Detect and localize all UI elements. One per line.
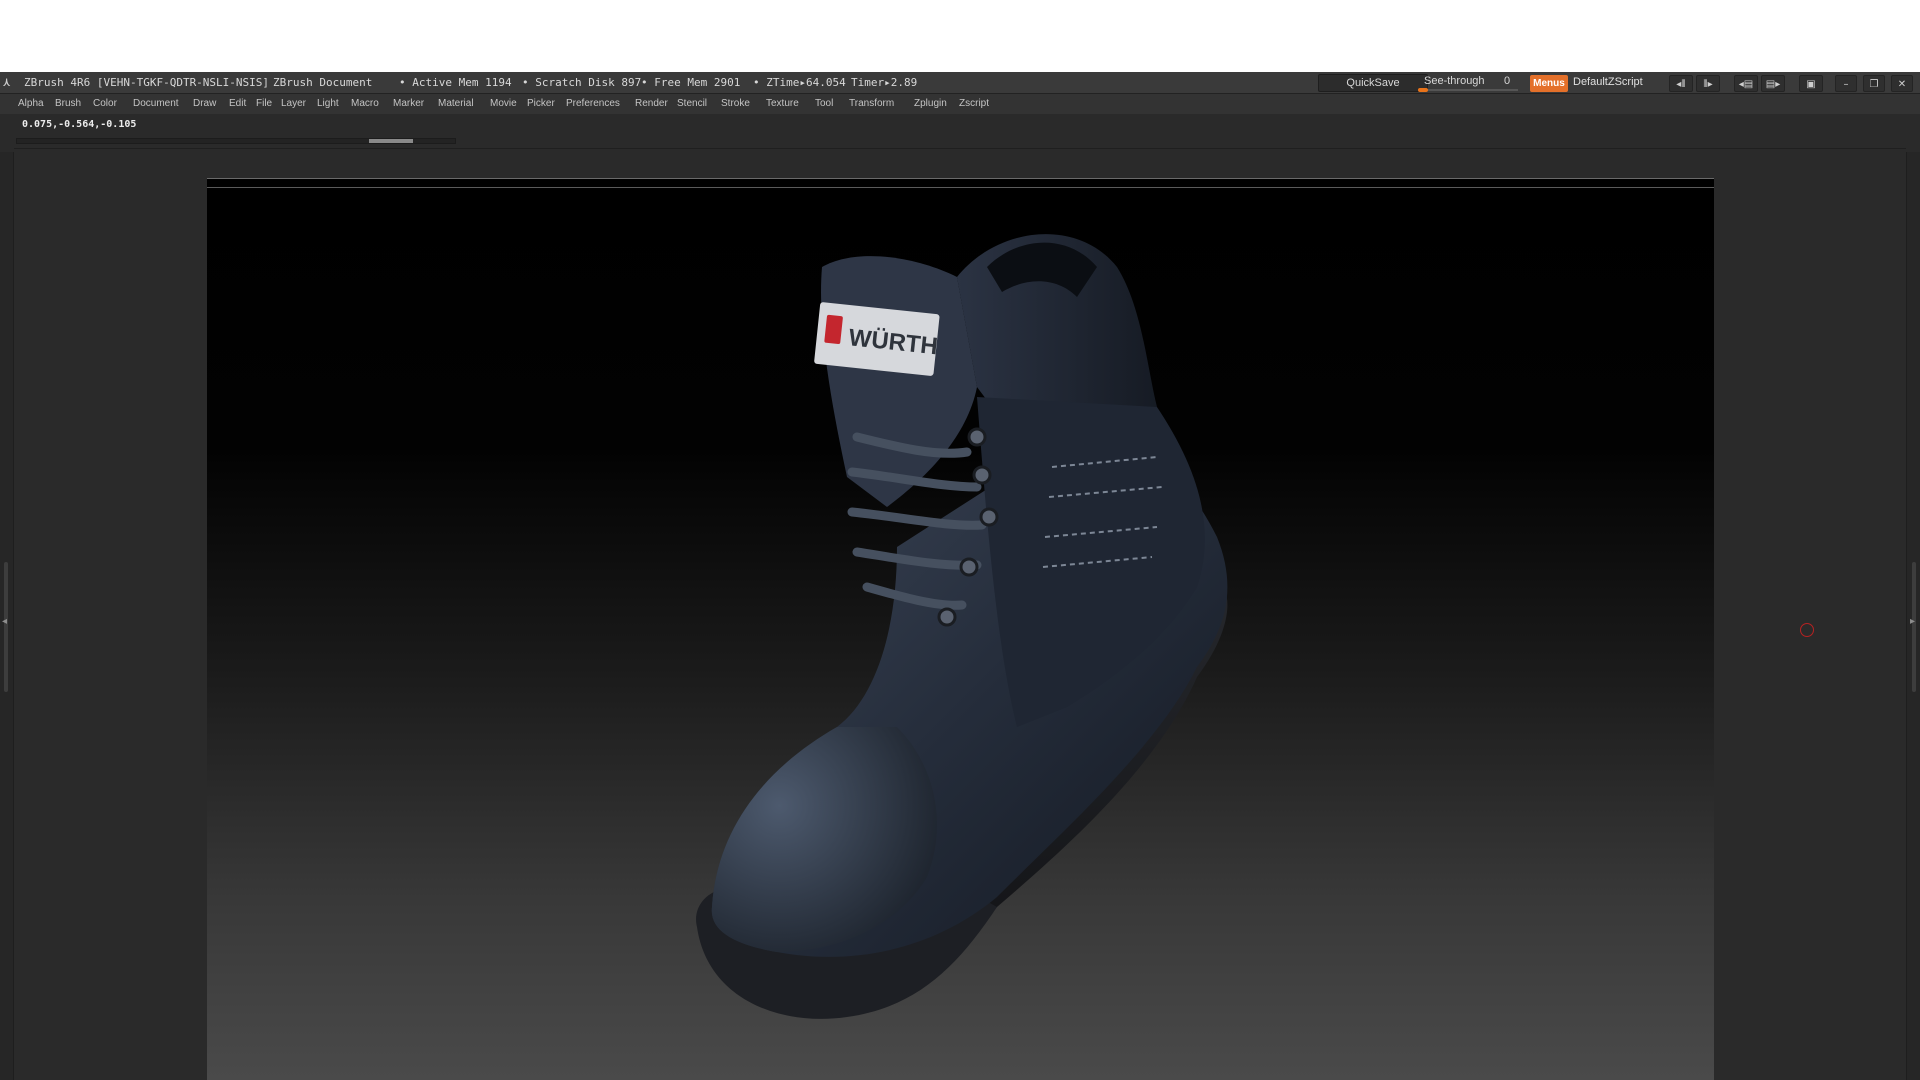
boot-model-render[interactable]: WÜRTH bbox=[597, 207, 1277, 1067]
scratch-disk: • Scratch Disk 897 bbox=[522, 76, 642, 89]
close-icon[interactable]: ✕ bbox=[1891, 75, 1913, 92]
menu-color[interactable]: Color bbox=[93, 98, 117, 109]
top-shelf-bar[interactable] bbox=[16, 138, 456, 144]
left-tray-handle[interactable] bbox=[4, 562, 8, 692]
zbrush-window: ⋏ ZBrush 4R6 [VEHN-TGKF-QDTR-NSLI-NSIS] … bbox=[0, 72, 1920, 1080]
document-title: ZBrush Document bbox=[273, 76, 373, 89]
menu-macro[interactable]: Macro bbox=[351, 98, 379, 109]
default-zscript-button[interactable]: DefaultZScript bbox=[1573, 76, 1643, 88]
menu-marker[interactable]: Marker bbox=[393, 98, 424, 109]
menu-stroke[interactable]: Stroke bbox=[721, 98, 750, 109]
menu-zplugin[interactable]: Zplugin bbox=[914, 98, 947, 109]
ztime: • ZTime▸64.054 bbox=[753, 76, 846, 89]
layout-toggle-icon[interactable]: ◂▤ bbox=[1734, 75, 1758, 92]
menu-alpha[interactable]: Alpha bbox=[18, 98, 44, 109]
menu-bar: Alpha Brush Color Document Draw Edit Fil… bbox=[0, 94, 1920, 114]
boot-tongue bbox=[821, 256, 977, 507]
app-title: ZBrush 4R6 [VEHN-TGKF-QDTR-NSLI-NSIS] bbox=[24, 76, 270, 89]
document-canvas[interactable]: WÜRTH bbox=[207, 178, 1714, 1080]
divider bbox=[14, 148, 1906, 149]
shelf-scroll-knob[interactable] bbox=[369, 139, 413, 143]
menu-draw[interactable]: Draw bbox=[193, 98, 216, 109]
menu-preferences[interactable]: Preferences bbox=[566, 98, 620, 109]
zbrush-logo-icon: ⋏ bbox=[3, 75, 11, 89]
left-tray-arrow-icon[interactable]: ◂ bbox=[2, 616, 7, 627]
see-through-slider[interactable]: See-through 0 bbox=[1418, 74, 1518, 92]
canvas-border-line bbox=[207, 187, 1714, 188]
menu-movie[interactable]: Movie bbox=[490, 98, 517, 109]
menu-file[interactable]: File bbox=[256, 98, 272, 109]
active-mem: • Active Mem 1194 bbox=[399, 76, 512, 89]
menu-document[interactable]: Document bbox=[133, 98, 179, 109]
coordinate-readout: 0.075,-0.564,-0.105 bbox=[22, 119, 137, 130]
menu-texture[interactable]: Texture bbox=[766, 98, 799, 109]
lock-icon[interactable]: ▣ bbox=[1799, 75, 1823, 92]
see-through-fill bbox=[1418, 88, 1428, 92]
menu-picker[interactable]: Picker bbox=[527, 98, 555, 109]
see-through-track bbox=[1418, 89, 1518, 91]
menu-transform[interactable]: Transform bbox=[849, 98, 894, 109]
tray-left-icon[interactable]: ◂⦀ bbox=[1669, 75, 1693, 92]
tray-right-icon[interactable]: ⦀▸ bbox=[1696, 75, 1720, 92]
see-through-label: See-through bbox=[1424, 75, 1485, 87]
title-bar: ⋏ ZBrush 4R6 [VEHN-TGKF-QDTR-NSLI-NSIS] … bbox=[0, 72, 1920, 94]
restore-icon[interactable]: ❐ bbox=[1863, 75, 1885, 92]
menu-zscript[interactable]: Zscript bbox=[959, 98, 989, 109]
left-tray[interactable]: ◂ bbox=[0, 152, 14, 1080]
see-through-value: 0 bbox=[1504, 75, 1511, 87]
right-tray[interactable]: ▸ bbox=[1906, 152, 1920, 1080]
menu-layer[interactable]: Layer bbox=[281, 98, 306, 109]
right-tray-handle[interactable] bbox=[1912, 562, 1916, 692]
menu-brush[interactable]: Brush bbox=[55, 98, 81, 109]
free-mem: • Free Mem 2901 bbox=[641, 76, 741, 89]
menus-button[interactable]: Menus bbox=[1530, 75, 1568, 92]
right-tray-arrow-icon[interactable]: ▸ bbox=[1910, 616, 1915, 627]
minimize-icon[interactable]: – bbox=[1835, 75, 1857, 92]
quicksave-button[interactable]: QuickSave bbox=[1318, 74, 1428, 92]
menu-stencil[interactable]: Stencil bbox=[677, 98, 707, 109]
menu-light[interactable]: Light bbox=[317, 98, 339, 109]
brush-cursor bbox=[1800, 623, 1814, 637]
menu-render[interactable]: Render bbox=[635, 98, 668, 109]
wurth-label: WÜRTH bbox=[814, 302, 940, 376]
menu-tool[interactable]: Tool bbox=[815, 98, 833, 109]
menu-material[interactable]: Material bbox=[438, 98, 474, 109]
blank-region bbox=[0, 0, 1920, 72]
timer: Timer▸2.89 bbox=[851, 76, 918, 89]
layout-cycle-icon[interactable]: ▤▸ bbox=[1761, 75, 1785, 92]
menu-edit[interactable]: Edit bbox=[229, 98, 246, 109]
